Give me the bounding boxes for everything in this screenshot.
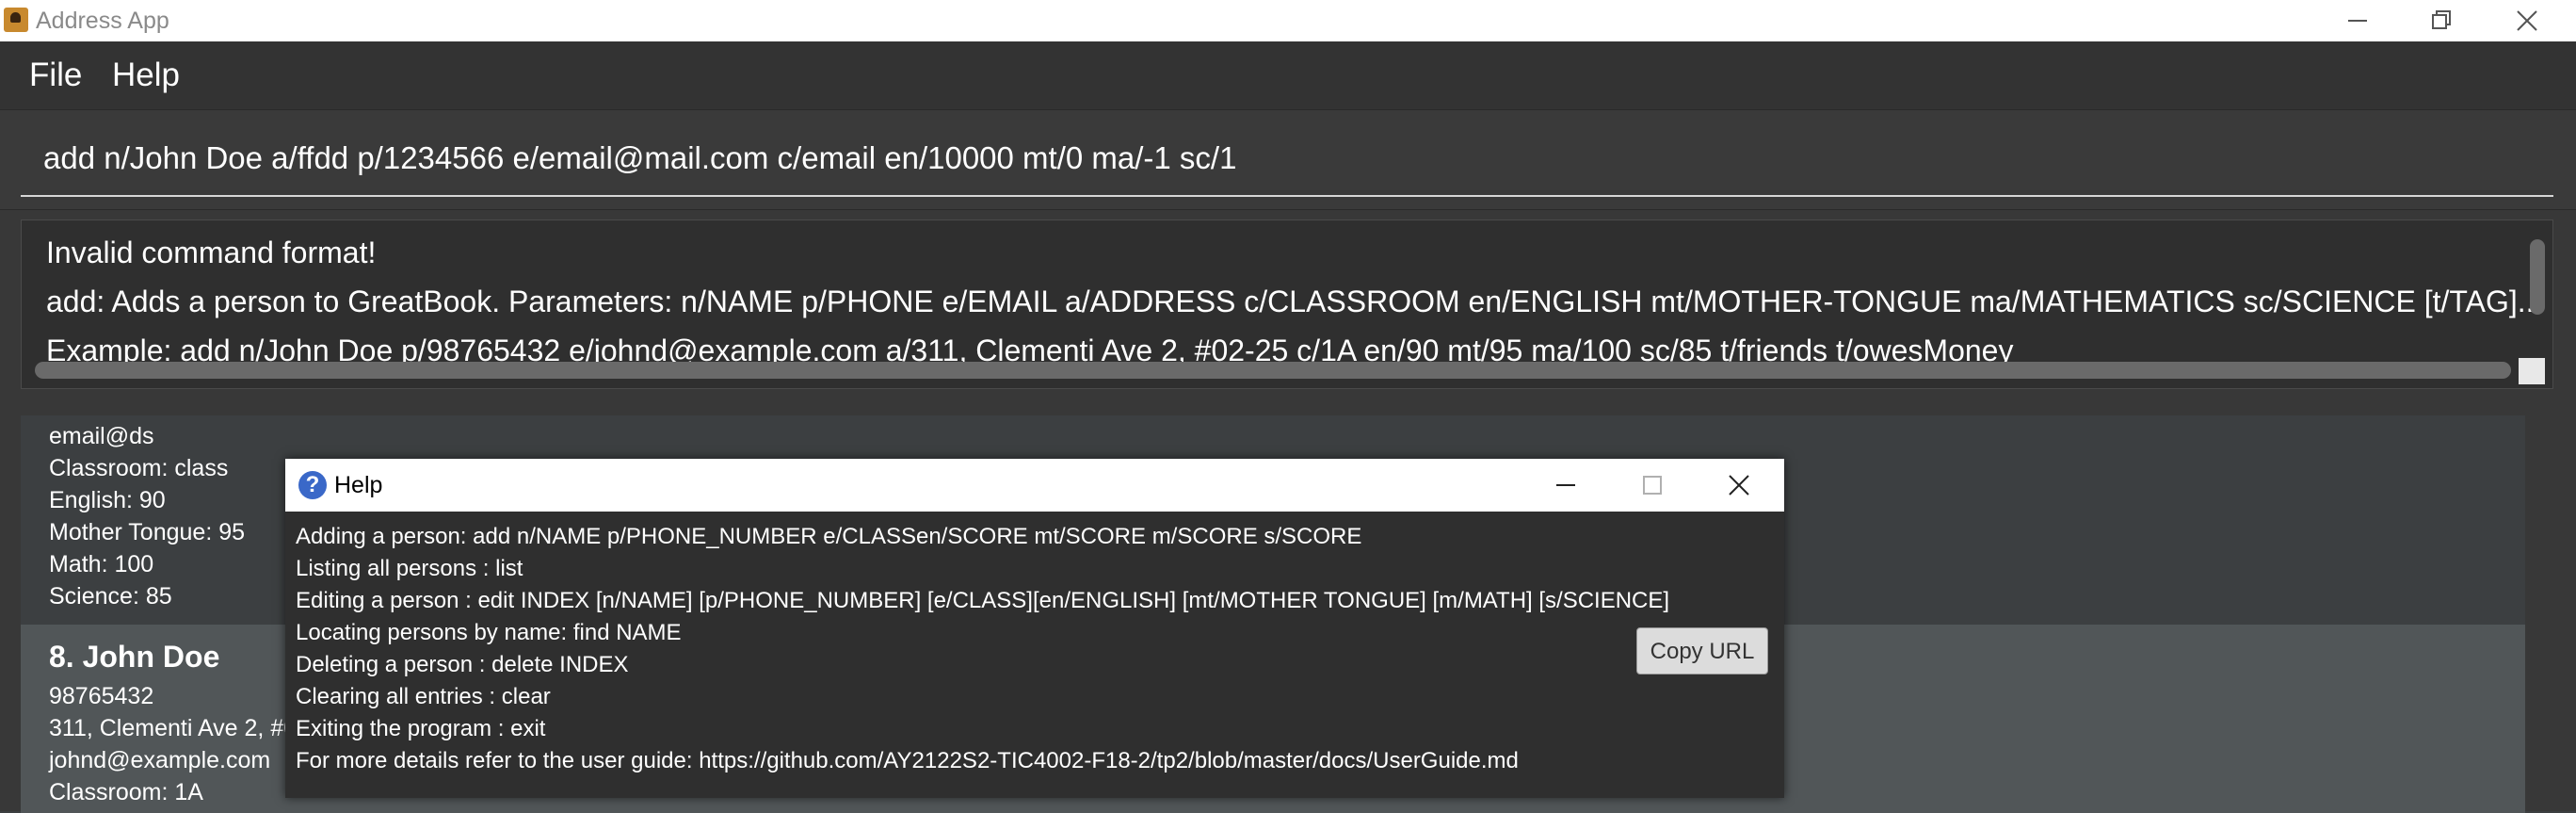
help-minimize-button[interactable] [1538,466,1594,504]
help-line-clear: Clearing all entries : clear [296,684,551,709]
help-line-find: Locating persons by name: find NAME [296,620,682,645]
help-close-button[interactable] [1711,466,1767,504]
restore-button[interactable] [2400,0,2485,41]
help-line-user-guide: For more details refer to the user guide… [296,748,1519,773]
help-maximize-button[interactable] [1624,466,1681,504]
result-display: Invalid command format! add: Adds a pers… [21,220,2553,389]
command-box [0,109,2576,210]
person-english: English: 90 [49,487,166,513]
help-line-delete: Deleting a person : delete INDEX [296,652,629,677]
result-line-error: Invalid command format! [46,236,377,269]
person-phone: 98765432 [49,683,154,709]
menu-file[interactable]: File [29,57,82,94]
person-science: Science: 85 [49,583,172,610]
result-display-panel: Invalid command format! add: Adds a pers… [0,209,2576,399]
help-line-list: Listing all persons : list [296,556,523,581]
maximize-icon [1643,476,1662,495]
copy-url-button[interactable]: Copy URL [1636,627,1768,675]
person-classroom: Classroom: 1A [49,779,203,805]
person-math: Math: 100 [49,551,154,577]
help-window-title: Help [334,472,383,498]
app-icon [4,8,28,32]
title-bar: Address App [0,0,2576,41]
scroll-corner [2519,358,2545,384]
horizontal-scrollbar[interactable] [35,362,2511,379]
command-input[interactable] [21,122,2553,197]
minimize-icon [1556,484,1575,486]
minimize-icon [2348,20,2367,22]
result-line-usage: add: Adds a person to GreatBook. Paramet… [46,285,2543,318]
help-icon: ? [298,471,327,499]
menu-bar: File Help [0,41,2576,109]
close-icon [2517,10,2537,31]
menu-help[interactable]: Help [112,57,180,94]
person-classroom: Classroom: class [49,455,229,481]
restore-icon [2432,10,2451,29]
help-content: Adding a person: add n/NAME p/PHONE_NUMB… [285,512,1784,798]
help-window: ? Help Adding a person: add n/NAME p/PHO… [285,459,1784,798]
help-line-add: Adding a person: add n/NAME p/PHONE_NUMB… [296,524,1362,549]
person-name: 8. John Doe [49,640,220,674]
person-mother-tongue: Mother Tongue: 95 [49,519,246,545]
person-email: email@ds [49,423,154,449]
minimize-button[interactable] [2315,0,2400,41]
help-line-exit: Exiting the program : exit [296,716,546,741]
help-title-bar: ? Help [285,459,1784,512]
vertical-scrollbar[interactable] [2530,239,2545,315]
close-button[interactable] [2485,0,2569,41]
person-email: johnd@example.com [49,747,271,773]
close-icon [1729,475,1749,496]
window-title: Address App [36,8,169,34]
help-line-edit: Editing a person : edit INDEX [n/NAME] [… [296,588,1670,613]
